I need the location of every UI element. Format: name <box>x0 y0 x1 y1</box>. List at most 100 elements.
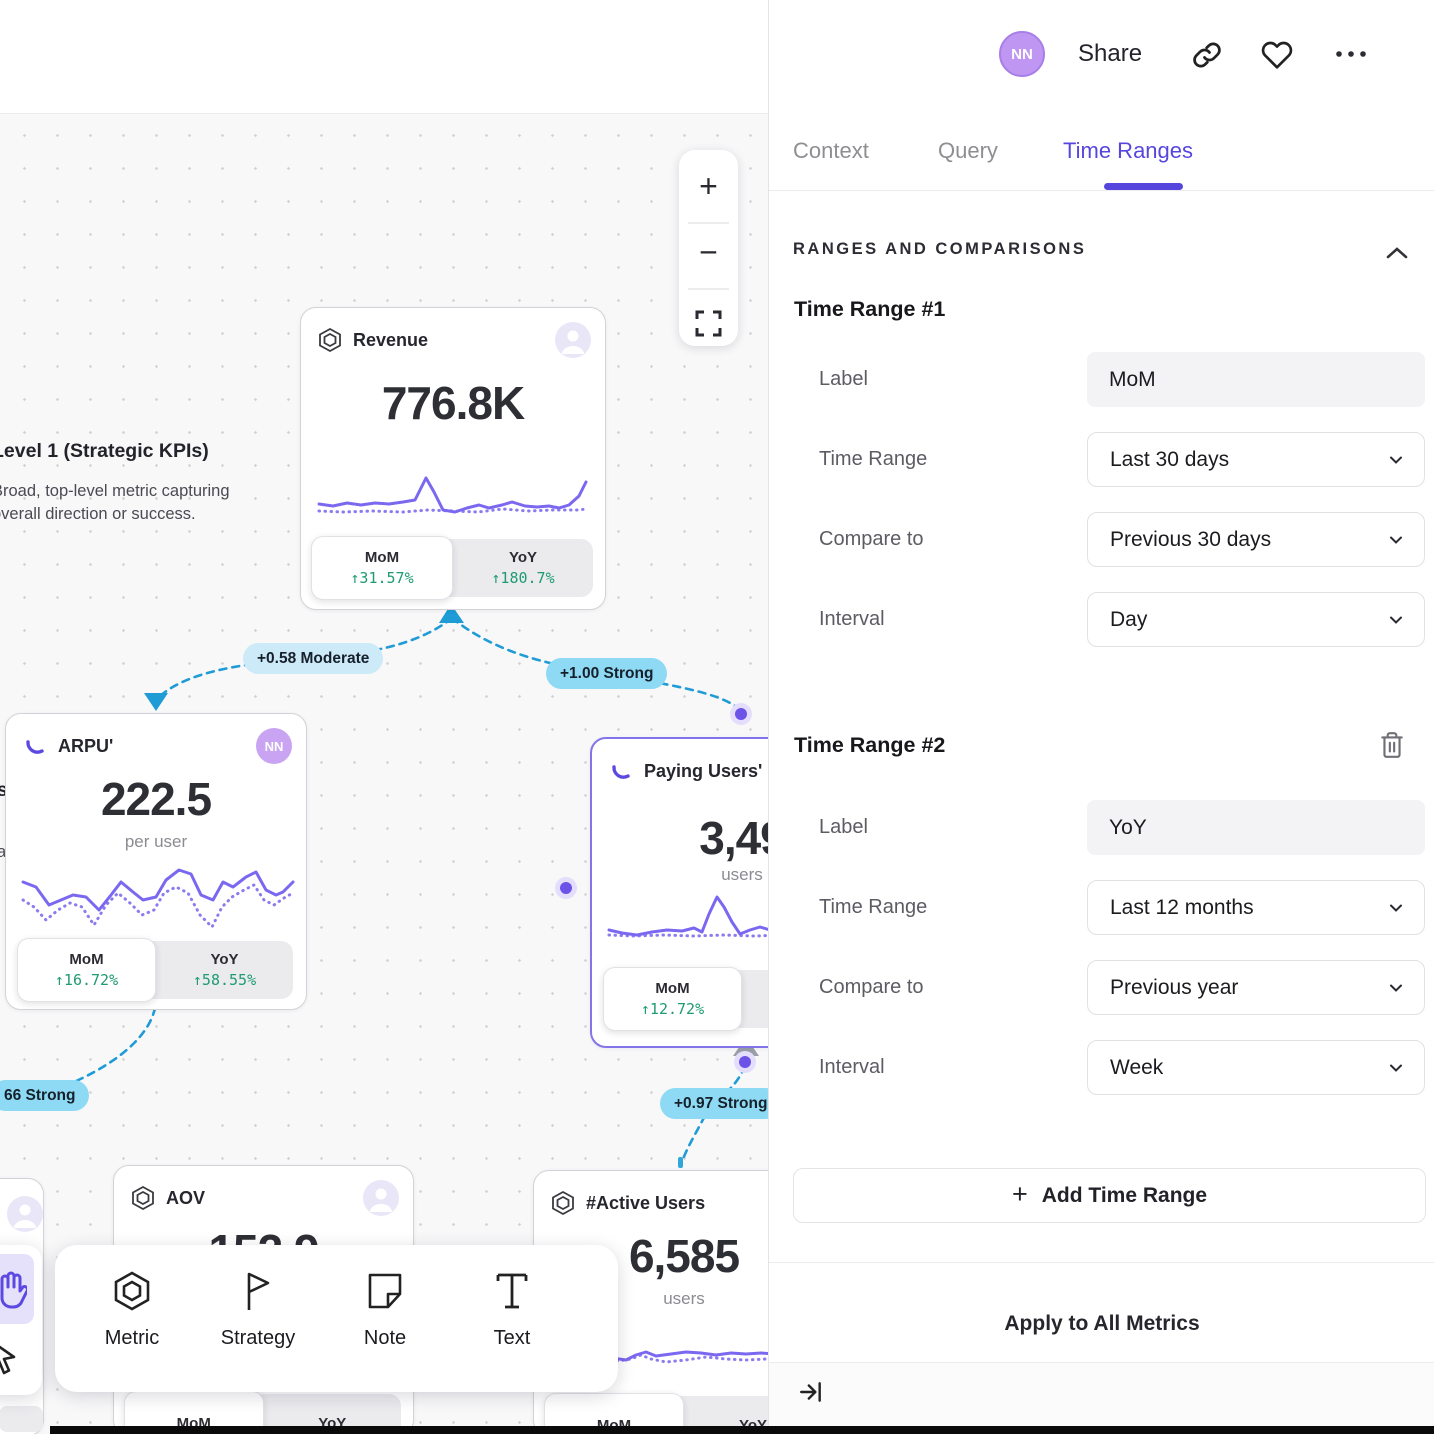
metric-title: AOV <box>166 1188 205 1209</box>
tool-metric[interactable]: Metric <box>77 1269 187 1350</box>
canvas-note-title: Level 1 (Strategic KPIs) <box>0 440 209 463</box>
metric-unit: per user <box>6 832 306 852</box>
correlation-badge[interactable]: +1.00 Strong <box>546 658 667 689</box>
correlation-badge[interactable]: 66 Strong <box>0 1080 89 1111</box>
hand-tool-button[interactable] <box>0 1254 34 1324</box>
apply-all-metrics-button[interactable]: Apply to All Metrics <box>769 1312 1434 1336</box>
share-button[interactable]: Share <box>1078 40 1142 68</box>
tool-strategy[interactable]: Strategy <box>203 1269 313 1350</box>
chevron-down-icon <box>1386 530 1406 550</box>
divider <box>769 1262 1434 1263</box>
heart-icon <box>1261 39 1293 71</box>
metric-value: 776.8K <box>301 376 605 430</box>
chip-label: MoM <box>365 549 399 566</box>
cursor-icon <box>0 1338 20 1378</box>
zoom-in-button[interactable]: + <box>679 168 738 205</box>
ellipsis-icon <box>1334 48 1370 60</box>
select-value: Week <box>1110 1056 1163 1080</box>
link-icon <box>1192 40 1222 70</box>
tool-note[interactable]: Note <box>330 1269 440 1350</box>
spinner-icon <box>22 733 48 759</box>
time-range-select[interactable]: Last 12 months <box>1087 880 1425 935</box>
divider <box>769 190 1434 191</box>
select-value: Last 30 days <box>1110 448 1229 472</box>
text-icon <box>490 1269 534 1313</box>
tool-text[interactable]: Text <box>457 1269 567 1350</box>
mom-toggle[interactable]: MoM ↑12.72% <box>603 967 742 1031</box>
collaborator-avatar: NN <box>256 728 292 764</box>
yoy-toggle[interactable]: YoY ↑180.7% <box>453 539 593 597</box>
connector-dot[interactable] <box>560 882 572 894</box>
chip-percent: ↑12.72% <box>641 1000 704 1018</box>
metric-hexagon-icon <box>130 1185 156 1211</box>
connector-dot[interactable] <box>735 708 747 720</box>
bottom-edge-bar <box>50 1426 1434 1434</box>
add-time-range-button[interactable]: + Add Time Range <box>793 1168 1426 1223</box>
label-input[interactable]: MoM <box>1087 352 1425 407</box>
connector-dot[interactable] <box>739 1056 751 1068</box>
interval-select[interactable]: Week <box>1087 1040 1425 1095</box>
plus-icon: + <box>1012 1179 1028 1210</box>
add-time-range-label: Add Time Range <box>1042 1184 1207 1208</box>
note-icon <box>363 1269 407 1313</box>
tab-time-ranges[interactable]: Time Ranges <box>1063 138 1193 164</box>
yoy-toggle[interactable]: YoY ↑58.55% <box>156 941 293 999</box>
field-label: Time Range <box>819 880 927 935</box>
label-input[interactable]: YoY <box>1087 800 1425 855</box>
correlation-badge[interactable]: +0.58 Moderate <box>243 643 383 674</box>
mom-toggle[interactable]: MoM ↑16.72% <box>17 938 156 1002</box>
copy-link-button[interactable] <box>1192 40 1222 70</box>
tool-label: Metric <box>105 1327 159 1350</box>
field-label: Label <box>819 352 868 407</box>
field-label: Time Range <box>819 432 927 487</box>
interval-select[interactable]: Day <box>1087 592 1425 647</box>
owner-avatar-icon <box>555 322 591 358</box>
chip-label: YoY <box>210 951 238 968</box>
field-label: Interval <box>819 592 885 647</box>
sparkline-current <box>319 478 586 512</box>
collapse-panel-button[interactable] <box>798 1379 824 1405</box>
metric-hexagon-icon <box>110 1269 154 1313</box>
metric-title: Revenue <box>353 330 428 351</box>
field-label: Label <box>819 800 868 855</box>
metric-card-revenue[interactable]: Revenue 776.8K MoM ↑31.57% YoY ↑180.7% <box>300 307 606 610</box>
zoom-out-button[interactable]: − <box>679 234 738 271</box>
tool-column <box>0 1245 42 1395</box>
tab-query[interactable]: Query <box>938 138 998 164</box>
spinner-icon <box>608 758 634 784</box>
metric-card-arpu[interactable]: ARPU' NN 222.5 per user MoM ↑16.72% YoY … <box>5 713 307 1010</box>
metric-hexagon-icon <box>317 327 343 353</box>
metric-title: Paying Users' <box>644 761 762 782</box>
user-avatar[interactable]: NN <box>999 31 1045 77</box>
compare-to-select[interactable]: Previous year <box>1087 960 1425 1015</box>
fullscreen-button[interactable] <box>695 310 722 337</box>
time-range-2-title: Time Range #2 <box>794 733 945 758</box>
section-heading: RANGES AND COMPARISONS <box>793 240 1086 259</box>
zoom-controls: + − <box>679 150 738 346</box>
delete-time-range-button[interactable] <box>1379 731 1405 759</box>
field-label: Interval <box>819 1040 885 1095</box>
owner-avatar-icon <box>7 1196 43 1232</box>
select-value: Last 12 months <box>1110 896 1254 920</box>
time-range-1-title: Time Range #1 <box>794 297 945 322</box>
chevron-down-icon <box>1386 610 1406 630</box>
chevron-down-icon <box>1386 898 1406 918</box>
hand-icon <box>0 1269 27 1309</box>
owner-avatar-icon <box>363 1180 399 1216</box>
trash-icon <box>1379 731 1405 759</box>
tab-context[interactable]: Context <box>793 138 869 164</box>
correlation-badge[interactable]: +0.97 Strong <box>660 1088 781 1119</box>
metric-title: ARPU' <box>58 736 113 757</box>
more-options-button[interactable] <box>1334 48 1370 60</box>
field-label: Compare to <box>819 960 924 1015</box>
favorite-button[interactable] <box>1261 39 1293 71</box>
compare-to-select[interactable]: Previous 30 days <box>1087 512 1425 567</box>
time-range-select[interactable]: Last 30 days <box>1087 432 1425 487</box>
mom-toggle[interactable]: MoM ↑31.57% <box>311 536 453 600</box>
collapse-section-button[interactable] <box>1386 246 1408 260</box>
sparkline-chart <box>313 466 593 536</box>
chip-fragment <box>0 1406 43 1432</box>
flag-icon <box>236 1269 280 1313</box>
canvas-note-body: Broad, top-level metric capturing overal… <box>0 480 242 526</box>
select-tool-button[interactable] <box>0 1338 20 1378</box>
